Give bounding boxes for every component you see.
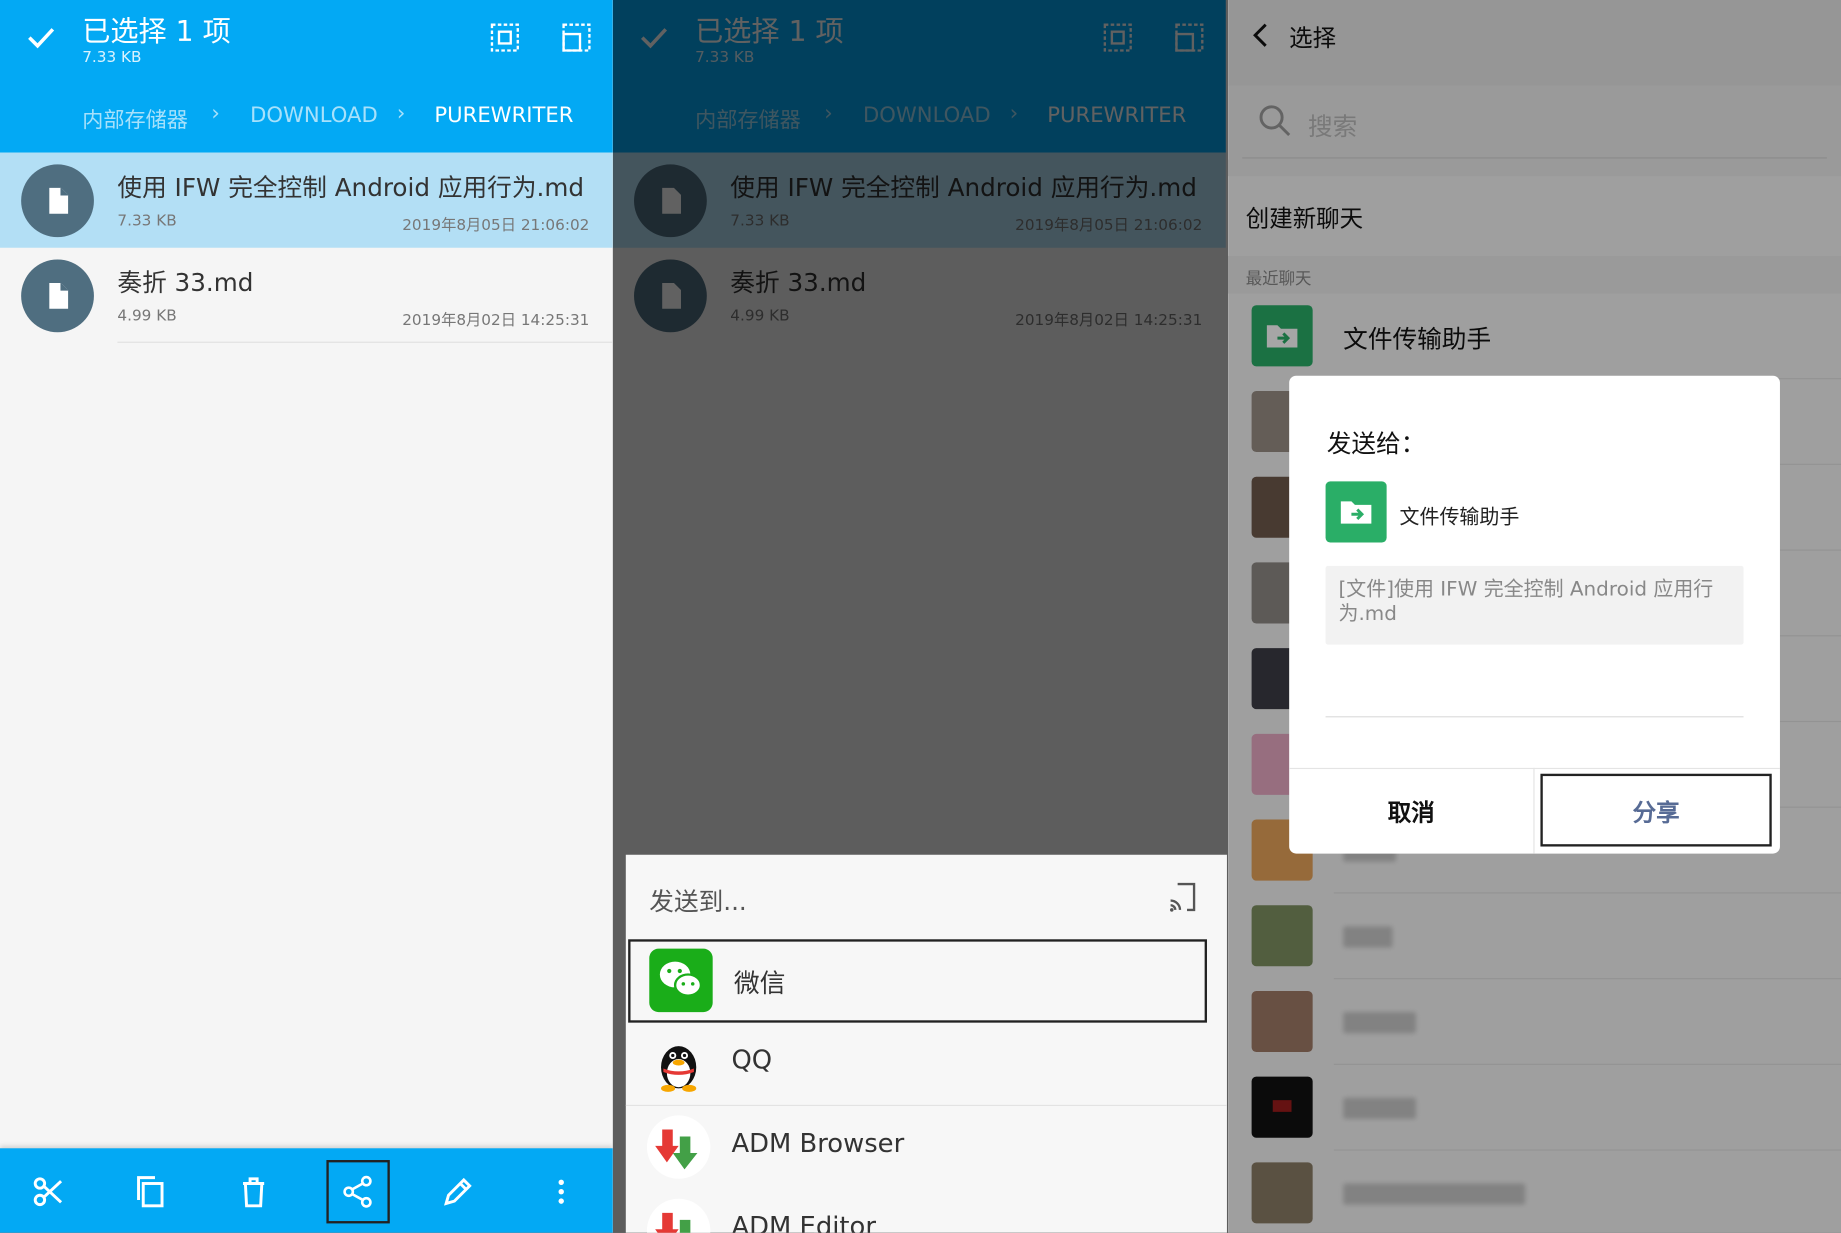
rename-icon[interactable] bbox=[426, 1160, 489, 1223]
dialog-title: 发送给： bbox=[1326, 429, 1426, 458]
file-icon bbox=[21, 259, 94, 333]
dialog-target-name: 文件传输助手 bbox=[1399, 506, 1520, 530]
dialog-message-preview: [文件]使用 IFW 完全控制 Android 应用行为.md bbox=[1325, 565, 1744, 645]
check-icon[interactable] bbox=[18, 14, 65, 61]
breadcrumb-internal-storage[interactable]: 内部存储器 bbox=[82, 103, 188, 134]
cast-icon[interactable] bbox=[1159, 874, 1206, 921]
file-size: 4.99 KB bbox=[117, 307, 177, 326]
breadcrumb-chevron-icon: › bbox=[396, 100, 406, 126]
share-option-label: QQ bbox=[731, 1046, 773, 1076]
wechat-panel: 选择 搜索 创建新聊天 最近聊天 文件传输助手 发送给： 文件传输助手 [文件]… bbox=[1228, 0, 1841, 1233]
message-input-field[interactable] bbox=[1325, 716, 1744, 718]
share-option-label: ADM Editor bbox=[731, 1212, 876, 1233]
share-button[interactable]: 分享 bbox=[1540, 773, 1772, 847]
divider bbox=[117, 341, 613, 343]
share-option-qq[interactable]: QQ bbox=[625, 1023, 1227, 1107]
breadcrumb-download[interactable]: DOWNLOAD bbox=[250, 103, 378, 128]
select-all-icon[interactable] bbox=[481, 14, 528, 61]
selection-title: 已选择 1 项 bbox=[82, 15, 231, 49]
share-sheet-title: 发送到... bbox=[649, 887, 747, 916]
select-inverse-icon[interactable] bbox=[553, 14, 600, 61]
send-to-dialog: 发送给： 文件传输助手 [文件]使用 IFW 完全控制 Android 应用行为… bbox=[1289, 375, 1780, 854]
file-manager-panel: 已选择 1 项 7.33 KB 内部存储器 › DOWNLOAD › PUREW… bbox=[0, 0, 613, 1233]
breadcrumb-chevron-icon: › bbox=[211, 100, 220, 126]
share-option-adm-browser[interactable]: ADM Browser bbox=[626, 1106, 1227, 1189]
cut-icon[interactable] bbox=[16, 1160, 79, 1223]
cancel-button[interactable]: 取消 bbox=[1289, 774, 1533, 847]
selection-header: 已选择 1 项 7.33 KB 内部存储器 › DOWNLOAD › PUREW… bbox=[0, 0, 613, 153]
file-date: 2019年8月02日 14:25:31 bbox=[402, 312, 590, 330]
divider bbox=[1533, 767, 1535, 854]
adm-download-icon bbox=[646, 1115, 711, 1179]
share-option-label: ADM Browser bbox=[731, 1129, 905, 1159]
wechat-icon bbox=[649, 948, 713, 1013]
file-icon bbox=[21, 164, 94, 238]
file-transfer-icon bbox=[1325, 481, 1387, 543]
file-row[interactable]: 使用 IFW 完全控制 Android 应用行为.md 7.33 KB 2019… bbox=[0, 152, 613, 248]
adm-download-icon bbox=[646, 1198, 711, 1233]
share-option-adm-editor[interactable]: ADM Editor bbox=[626, 1189, 1227, 1233]
copy-icon[interactable] bbox=[119, 1160, 182, 1223]
file-name: 奏折 33.md bbox=[117, 268, 254, 298]
breadcrumb-purewriter[interactable]: PUREWRITER bbox=[434, 103, 573, 128]
selection-size: 7.33 KB bbox=[82, 49, 142, 67]
share-icon[interactable] bbox=[326, 1160, 390, 1224]
share-option-label: 微信 bbox=[733, 969, 786, 1000]
share-sheet-panel: 已选择 1 项 7.33 KB 内部存储器 › DOWNLOAD › PUREW… bbox=[612, 0, 1229, 1233]
share-sheet: 发送到... 微信 QQ ADM Browser ADM Editor bbox=[625, 854, 1227, 1233]
more-icon[interactable] bbox=[530, 1160, 593, 1223]
delete-icon[interactable] bbox=[222, 1160, 285, 1223]
file-row[interactable]: 奏折 33.md 4.99 KB 2019年8月02日 14:25:31 bbox=[0, 248, 613, 343]
file-name: 使用 IFW 完全控制 Android 应用行为.md bbox=[117, 173, 584, 202]
share-option-wechat[interactable]: 微信 bbox=[628, 939, 1207, 1023]
file-size: 7.33 KB bbox=[117, 212, 177, 231]
bottom-toolbar bbox=[0, 1148, 613, 1233]
file-date: 2019年8月05日 21:06:02 bbox=[402, 217, 590, 235]
qq-penguin-icon bbox=[647, 1032, 710, 1095]
